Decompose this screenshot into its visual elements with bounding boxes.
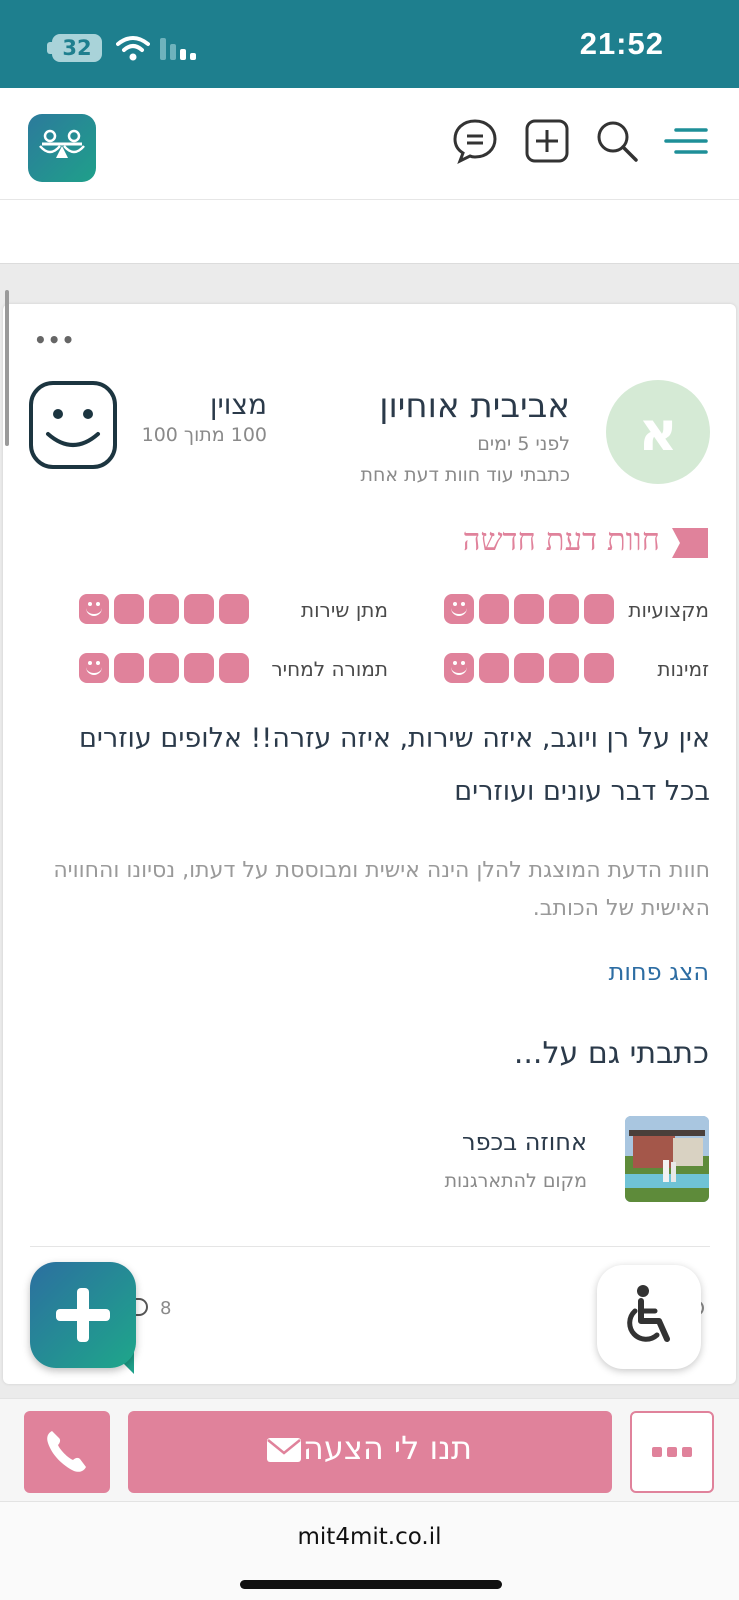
score-label: מצוין bbox=[209, 388, 267, 421]
address-bar[interactable]: mit4mit.co.il bbox=[0, 1524, 739, 1550]
get-quote-button[interactable]: תנו לי הצעה bbox=[128, 1411, 612, 1493]
app-header bbox=[0, 88, 739, 200]
divider bbox=[30, 1246, 710, 1247]
review-body: אין על רן ויוגב, איזה שירות, איזה עזרה!!… bbox=[79, 723, 710, 807]
rating-pip bbox=[514, 594, 544, 624]
battery-indicator: 32 bbox=[52, 34, 102, 62]
wheelchair-icon bbox=[627, 1285, 670, 1342]
chat-icon[interactable] bbox=[450, 116, 500, 166]
venue-type: מקום להתארגנות bbox=[444, 1170, 587, 1192]
rating-pip bbox=[79, 594, 109, 624]
menu-icon[interactable] bbox=[662, 116, 712, 166]
browser-bar: mit4mit.co.il bbox=[0, 1502, 739, 1600]
rating-pip bbox=[219, 594, 249, 624]
scrollbar[interactable] bbox=[5, 290, 9, 446]
search-icon[interactable] bbox=[592, 116, 642, 166]
get-quote-label: תנו לי הצעה bbox=[302, 1429, 472, 1467]
rating-pip bbox=[584, 653, 614, 683]
plus-icon bbox=[56, 1288, 110, 1342]
more-reviews-link[interactable]: כתבתי עוד חוות דעת אחת bbox=[361, 464, 570, 486]
add-review-button[interactable] bbox=[30, 1262, 136, 1368]
rating-pip bbox=[479, 653, 509, 683]
home-indicator[interactable] bbox=[240, 1580, 502, 1589]
rating-label-professionalism: מקצועיות bbox=[628, 598, 709, 622]
rating-pip bbox=[444, 594, 474, 624]
review-disclaimer: חוות הדעת המוצגת להלן הינה אישית ומבוססת… bbox=[53, 858, 710, 921]
rating-label-value: תמורה למחיר bbox=[271, 657, 388, 681]
posted-time: לפני 5 ימים bbox=[477, 433, 570, 455]
rating-pip bbox=[219, 653, 249, 683]
venue-thumbnail[interactable] bbox=[625, 1116, 709, 1202]
score-value: 100 מתוך 100 bbox=[141, 424, 267, 446]
accessibility-button[interactable] bbox=[597, 1265, 701, 1369]
rating-pips-value bbox=[79, 653, 249, 683]
envelope-icon bbox=[267, 1438, 301, 1462]
rating-label-availability: זמינות bbox=[657, 657, 709, 681]
wifi-icon bbox=[116, 36, 150, 61]
rating-pip bbox=[114, 594, 144, 624]
rating-pip bbox=[149, 594, 179, 624]
signal-icon bbox=[160, 38, 196, 60]
phone-icon bbox=[47, 1431, 86, 1472]
status-bar: 32 21:52 bbox=[0, 0, 739, 88]
avatar: א bbox=[606, 380, 710, 484]
show-less-link[interactable]: הצג פחות bbox=[609, 958, 709, 986]
also-wrote-title: כתבתי גם על... bbox=[513, 1036, 709, 1071]
rating-pips-service bbox=[79, 594, 249, 624]
rating-pip bbox=[514, 653, 544, 683]
rating-pip bbox=[479, 594, 509, 624]
rating-pip bbox=[149, 653, 179, 683]
rating-pip bbox=[444, 653, 474, 683]
action-bar: תנו לי הצעה bbox=[0, 1398, 739, 1502]
rating-pip bbox=[79, 653, 109, 683]
author-name[interactable]: אביבית אוחיון bbox=[379, 386, 570, 426]
call-button[interactable] bbox=[24, 1411, 110, 1493]
view-count: 8 bbox=[160, 1298, 172, 1319]
more-dots-icon bbox=[652, 1447, 692, 1457]
rating-pip bbox=[584, 594, 614, 624]
rating-pip bbox=[549, 653, 579, 683]
rating-label-service: מתן שירות bbox=[300, 598, 388, 622]
rating-pip bbox=[184, 594, 214, 624]
more-actions-button[interactable] bbox=[630, 1411, 714, 1493]
previous-content-strip bbox=[0, 200, 739, 264]
more-options-icon[interactable]: ••• bbox=[34, 328, 75, 352]
status-time: 21:52 bbox=[579, 26, 664, 61]
rating-pips-availability bbox=[444, 653, 614, 683]
flag-icon bbox=[672, 528, 708, 558]
smiley-icon bbox=[29, 381, 117, 469]
rating-pips-professionalism bbox=[444, 594, 614, 624]
add-square-icon[interactable] bbox=[522, 116, 572, 166]
rating-pip bbox=[549, 594, 579, 624]
scales-logo-icon[interactable] bbox=[28, 114, 96, 182]
rating-pip bbox=[114, 653, 144, 683]
rating-pip bbox=[184, 653, 214, 683]
section-title: חוות דעת חדשה bbox=[462, 522, 660, 558]
venue-name[interactable]: אחוזה בכפר bbox=[462, 1128, 587, 1156]
